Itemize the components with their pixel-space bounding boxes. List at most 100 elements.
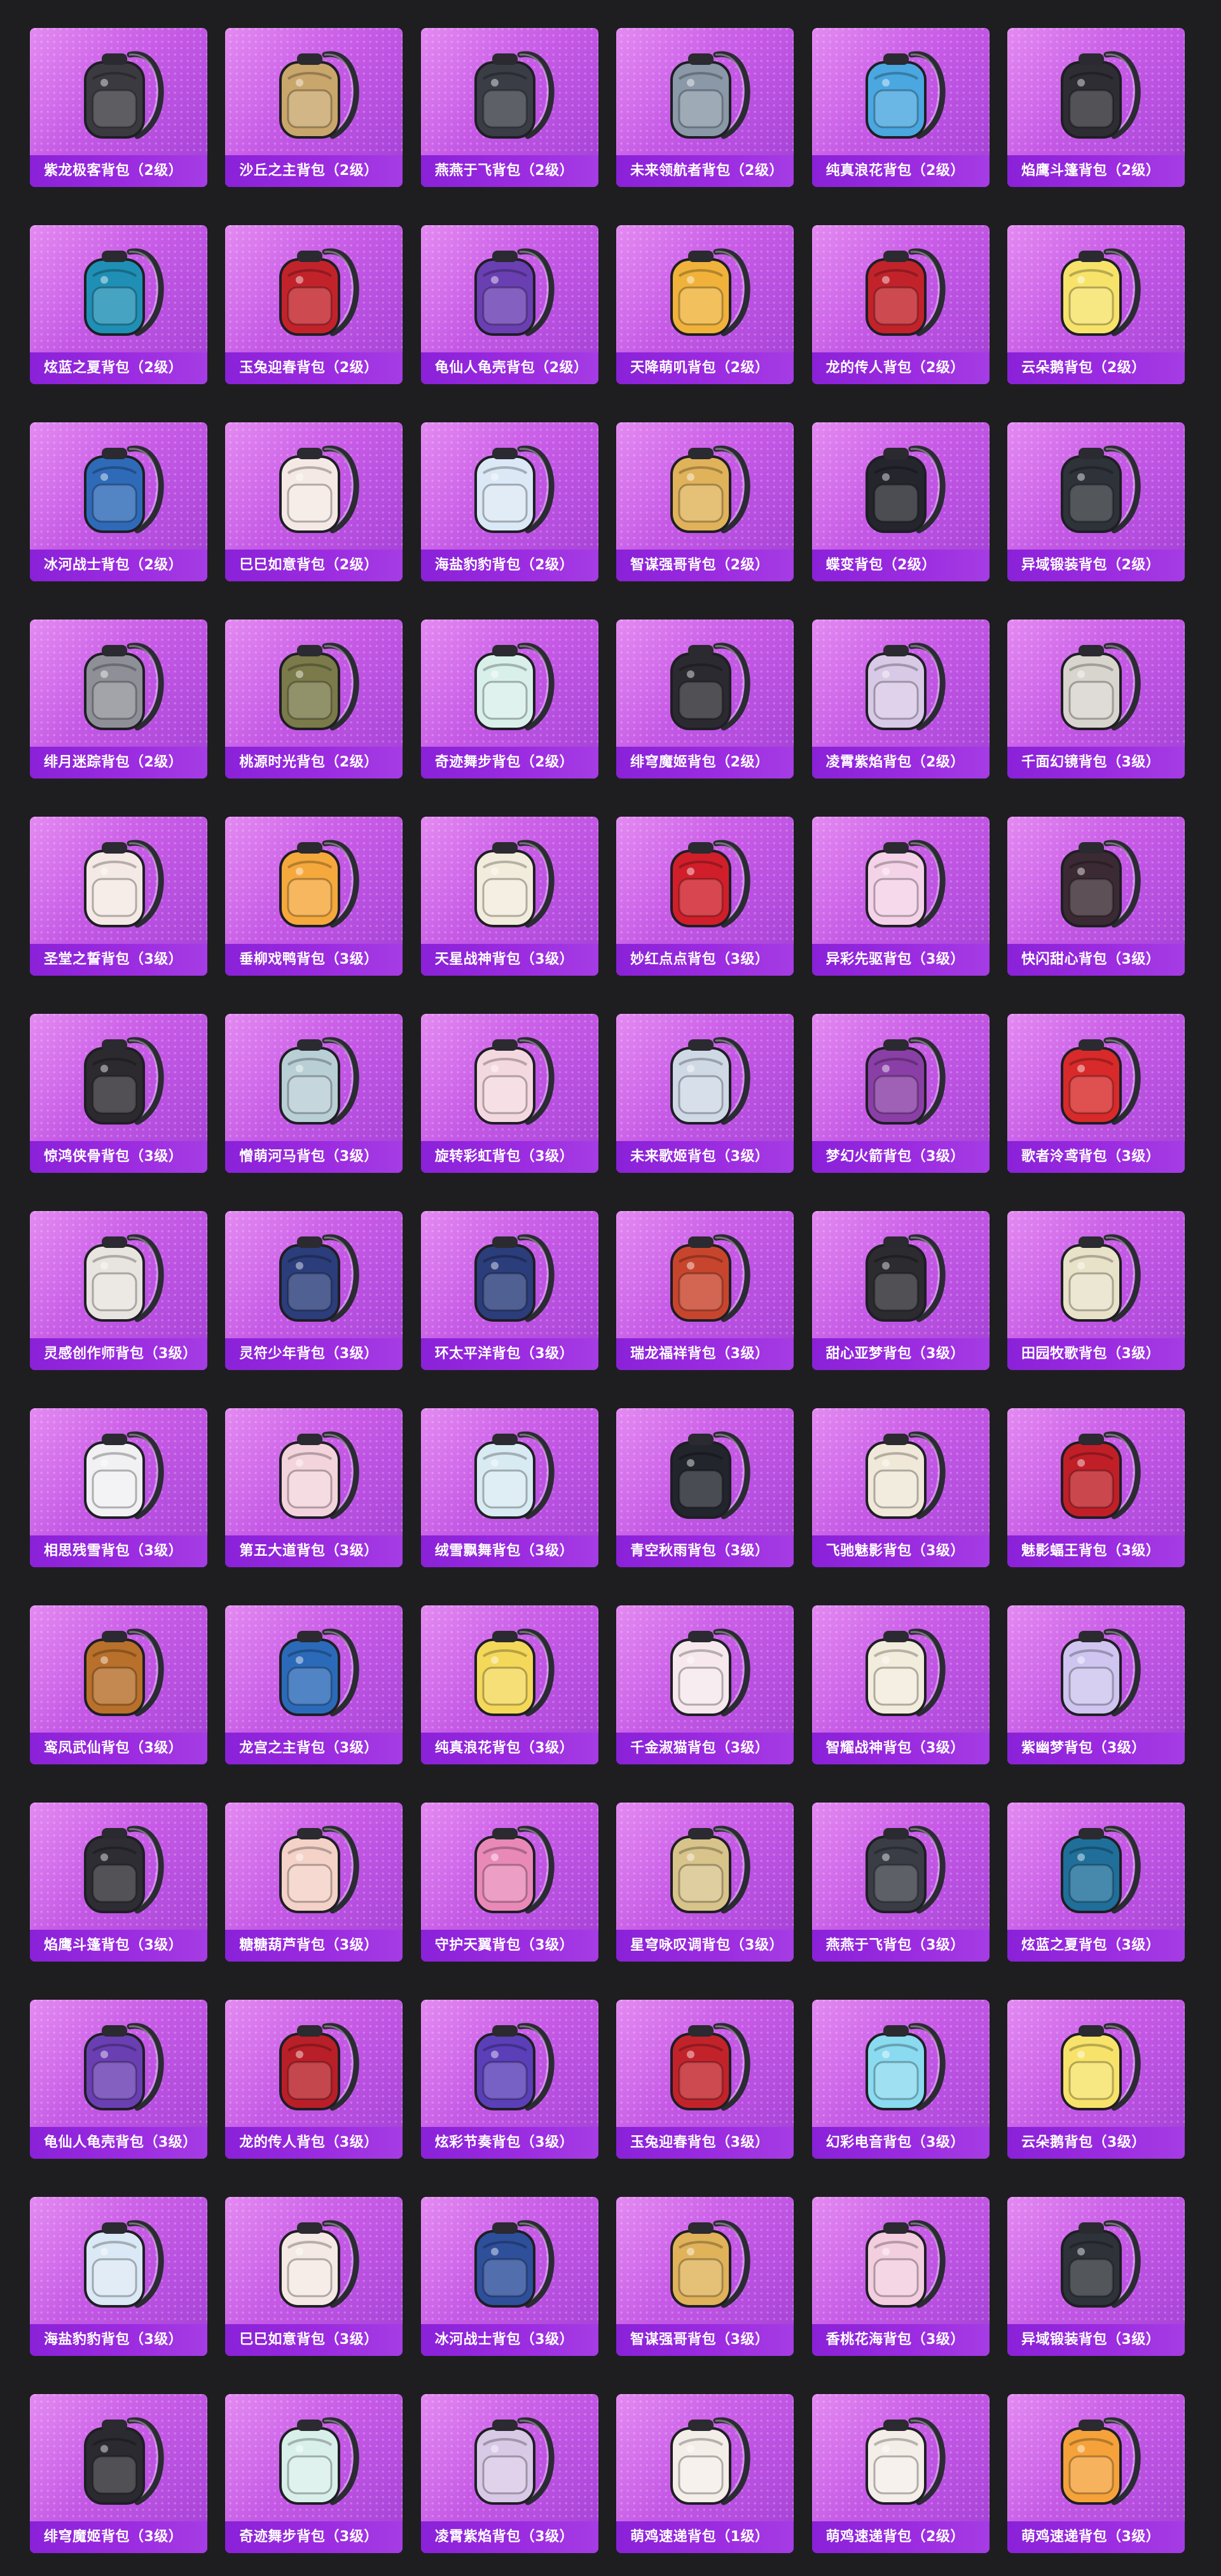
backpack-card[interactable]: 绯穹魔姬背包（2级） bbox=[616, 620, 794, 779]
backpack-card[interactable]: 甜心亚梦背包（3级） bbox=[811, 1211, 990, 1370]
backpack-card[interactable]: 奇迹舞步背包（3级） bbox=[225, 2394, 403, 2553]
backpack-card[interactable]: 千金淑猫背包（3级） bbox=[616, 1605, 794, 1764]
backpack-card[interactable]: 炫蓝之夏背包（2级） bbox=[30, 225, 207, 384]
backpack-card[interactable]: 星穹咏叹调背包（3级） bbox=[616, 1803, 794, 1962]
backpack-card[interactable]: 糖糖葫芦背包（3级） bbox=[225, 1803, 403, 1962]
backpack-card[interactable]: 凌霄紫焰背包（2级） bbox=[811, 620, 990, 779]
backpack-card[interactable]: 萌鸡速递背包（2级） bbox=[811, 2394, 990, 2553]
backpack-card[interactable]: 绯月迷踪背包（2级） bbox=[30, 620, 207, 779]
backpack-image bbox=[853, 2015, 948, 2122]
backpack-card[interactable]: 奇迹舞步背包（2级） bbox=[420, 620, 598, 779]
backpack-card[interactable]: 龙宫之主背包（3级） bbox=[225, 1605, 403, 1764]
backpack-card[interactable]: 智谋强哥背包（3级） bbox=[616, 2197, 794, 2356]
backpack-card[interactable]: 田园牧歌背包（3级） bbox=[1007, 1211, 1185, 1370]
backpack-card[interactable]: 巳巳如意背包（3级） bbox=[225, 2197, 403, 2356]
backpack-card[interactable]: 智谋强哥背包（2级） bbox=[616, 422, 794, 581]
backpack-image bbox=[462, 635, 557, 742]
backpack-name: 智耀战神背包（3级） bbox=[811, 1733, 990, 1764]
backpack-card[interactable]: 歌者泠鸢背包（3级） bbox=[1007, 1014, 1185, 1173]
backpack-card[interactable]: 海盐豹豹背包（2级） bbox=[420, 422, 598, 581]
backpack-card[interactable]: 龟仙人龟壳背包（2级） bbox=[420, 225, 598, 384]
backpack-card[interactable]: 紫幽梦背包（3级） bbox=[1007, 1605, 1185, 1764]
backpack-card[interactable]: 梦幻火箭背包（3级） bbox=[811, 1014, 990, 1173]
backpack-card[interactable]: 凌霄紫焰背包（3级） bbox=[420, 2394, 598, 2553]
backpack-name: 萌鸡速递背包（1级） bbox=[616, 2521, 794, 2553]
backpack-card[interactable]: 相思残雪背包（3级） bbox=[30, 1408, 207, 1567]
backpack-card[interactable]: 青空秋雨背包（3级） bbox=[616, 1408, 794, 1567]
backpack-card[interactable]: 惊鸿侠骨背包（3级） bbox=[30, 1014, 207, 1173]
backpack-card[interactable]: 炫蓝之夏背包（3级） bbox=[1007, 1803, 1185, 1962]
backpack-card[interactable]: 智耀战神背包（3级） bbox=[811, 1605, 990, 1764]
backpack-card[interactable]: 妙红点点背包（3级） bbox=[616, 817, 794, 976]
backpack-image bbox=[853, 635, 948, 742]
backpack-name: 绒雪飘舞背包（3级） bbox=[420, 1535, 598, 1567]
backpack-card[interactable]: 快闪甜心背包（3级） bbox=[1007, 817, 1185, 976]
backpack-name: 星穹咏叹调背包（3级） bbox=[616, 1930, 794, 1962]
backpack-card[interactable]: 龙的传人背包（2级） bbox=[811, 225, 990, 384]
backpack-card[interactable]: 萌鸡速递背包（3级） bbox=[1007, 2394, 1185, 2553]
backpack-card[interactable]: 天降萌叽背包（2级） bbox=[616, 225, 794, 384]
backpack-name: 炫蓝之夏背包（3级） bbox=[1007, 1930, 1185, 1962]
backpack-card[interactable]: 飞驰魅影背包（3级） bbox=[811, 1408, 990, 1567]
backpack-card[interactable]: 灵感创作师背包（3级） bbox=[30, 1211, 207, 1370]
backpack-name: 绯穹魔姬背包（2级） bbox=[616, 747, 794, 779]
backpack-card[interactable]: 玉兔迎春背包（3级） bbox=[616, 2000, 794, 2159]
backpack-name: 龟仙人龟壳背包（3级） bbox=[30, 2127, 207, 2159]
backpack-card[interactable]: 萌鸡速递背包（1级） bbox=[616, 2394, 794, 2553]
backpack-card[interactable]: 巳巳如意背包（2级） bbox=[225, 422, 403, 581]
backpack-card[interactable]: 异彩先驱背包（3级） bbox=[811, 817, 990, 976]
backpack-name: 燕燕于飞背包（2级） bbox=[420, 155, 598, 187]
backpack-name: 灵感创作师背包（3级） bbox=[30, 1338, 207, 1370]
backpack-card[interactable]: 千面幻镜背包（3级） bbox=[1007, 620, 1185, 779]
backpack-card[interactable]: 瑞龙福祥背包（3级） bbox=[616, 1211, 794, 1370]
backpack-image bbox=[1048, 1226, 1143, 1333]
backpack-card[interactable]: 冰河战士背包（2级） bbox=[30, 422, 207, 581]
backpack-name: 玉兔迎春背包（2级） bbox=[225, 352, 403, 384]
backpack-card[interactable]: 焰鹰斗篷背包（3级） bbox=[30, 1803, 207, 1962]
backpack-card[interactable]: 未来领航者背包（2级） bbox=[616, 28, 794, 187]
backpack-card[interactable]: 燕燕于飞背包（3级） bbox=[811, 1803, 990, 1962]
backpack-card[interactable]: 憎萌河马背包（3级） bbox=[225, 1014, 403, 1173]
backpack-card[interactable]: 魅影蝠王背包（3级） bbox=[1007, 1408, 1185, 1567]
backpack-card[interactable]: 云朵鹅背包（3级） bbox=[1007, 2000, 1185, 2159]
backpack-image bbox=[462, 2015, 557, 2122]
backpack-card[interactable]: 环太平洋背包（3级） bbox=[420, 1211, 598, 1370]
backpack-image bbox=[1048, 240, 1143, 347]
backpack-card[interactable]: 云朵鹅背包（2级） bbox=[1007, 225, 1185, 384]
backpack-card[interactable]: 冰河战士背包（3级） bbox=[420, 2197, 598, 2356]
backpack-name: 梦幻火箭背包（3级） bbox=[811, 1141, 990, 1173]
backpack-card[interactable]: 旋转彩虹背包（3级） bbox=[420, 1014, 598, 1173]
backpack-card[interactable]: 绒雪飘舞背包（3级） bbox=[420, 1408, 598, 1567]
backpack-card[interactable]: 海盐豹豹背包（3级） bbox=[30, 2197, 207, 2356]
backpack-card[interactable]: 龙的传人背包（3级） bbox=[225, 2000, 403, 2159]
backpack-card[interactable]: 天星战神背包（3级） bbox=[420, 817, 598, 976]
backpack-card[interactable]: 桃源时光背包（2级） bbox=[225, 620, 403, 779]
backpack-card[interactable]: 异域锻装背包（3级） bbox=[1007, 2197, 1185, 2356]
backpack-card[interactable]: 香桃花海背包（3级） bbox=[811, 2197, 990, 2356]
backpack-card[interactable]: 紫龙极客背包（2级） bbox=[30, 28, 207, 187]
backpack-card[interactable]: 蝶变背包（2级） bbox=[811, 422, 990, 581]
backpack-name: 龙宫之主背包（3级） bbox=[225, 1733, 403, 1764]
backpack-name: 奇迹舞步背包（2级） bbox=[420, 747, 598, 779]
backpack-card[interactable]: 鸾凤武仙背包（3级） bbox=[30, 1605, 207, 1764]
backpack-card[interactable]: 燕燕于飞背包（2级） bbox=[420, 28, 598, 187]
backpack-image bbox=[462, 1226, 557, 1333]
backpack-card[interactable]: 纯真浪花背包（2级） bbox=[811, 28, 990, 187]
backpack-card[interactable]: 第五大道背包（3级） bbox=[225, 1408, 403, 1567]
backpack-card[interactable]: 焰鹰斗篷背包（2级） bbox=[1007, 28, 1185, 187]
backpack-image bbox=[462, 1818, 557, 1925]
backpack-card[interactable]: 垂柳戏鸭背包（3级） bbox=[225, 817, 403, 976]
backpack-card[interactable]: 圣堂之誓背包（3级） bbox=[30, 817, 207, 976]
backpack-card[interactable]: 未来歌姬背包（3级） bbox=[616, 1014, 794, 1173]
backpack-card[interactable]: 守护天翼背包（3级） bbox=[420, 1803, 598, 1962]
backpack-card[interactable]: 幻彩电音背包（3级） bbox=[811, 2000, 990, 2159]
backpack-card[interactable]: 异域锻装背包（2级） bbox=[1007, 422, 1185, 581]
backpack-card[interactable]: 龟仙人龟壳背包（3级） bbox=[30, 2000, 207, 2159]
backpack-card[interactable]: 绯穹魔姬背包（3级） bbox=[30, 2394, 207, 2553]
backpack-card[interactable]: 灵符少年背包（3级） bbox=[225, 1211, 403, 1370]
backpack-card[interactable]: 沙丘之主背包（2级） bbox=[225, 28, 403, 187]
backpack-image bbox=[462, 832, 557, 939]
backpack-card[interactable]: 玉兔迎春背包（2级） bbox=[225, 225, 403, 384]
backpack-card[interactable]: 炫彩节奏背包（3级） bbox=[420, 2000, 598, 2159]
backpack-card[interactable]: 纯真浪花背包（3级） bbox=[420, 1605, 598, 1764]
